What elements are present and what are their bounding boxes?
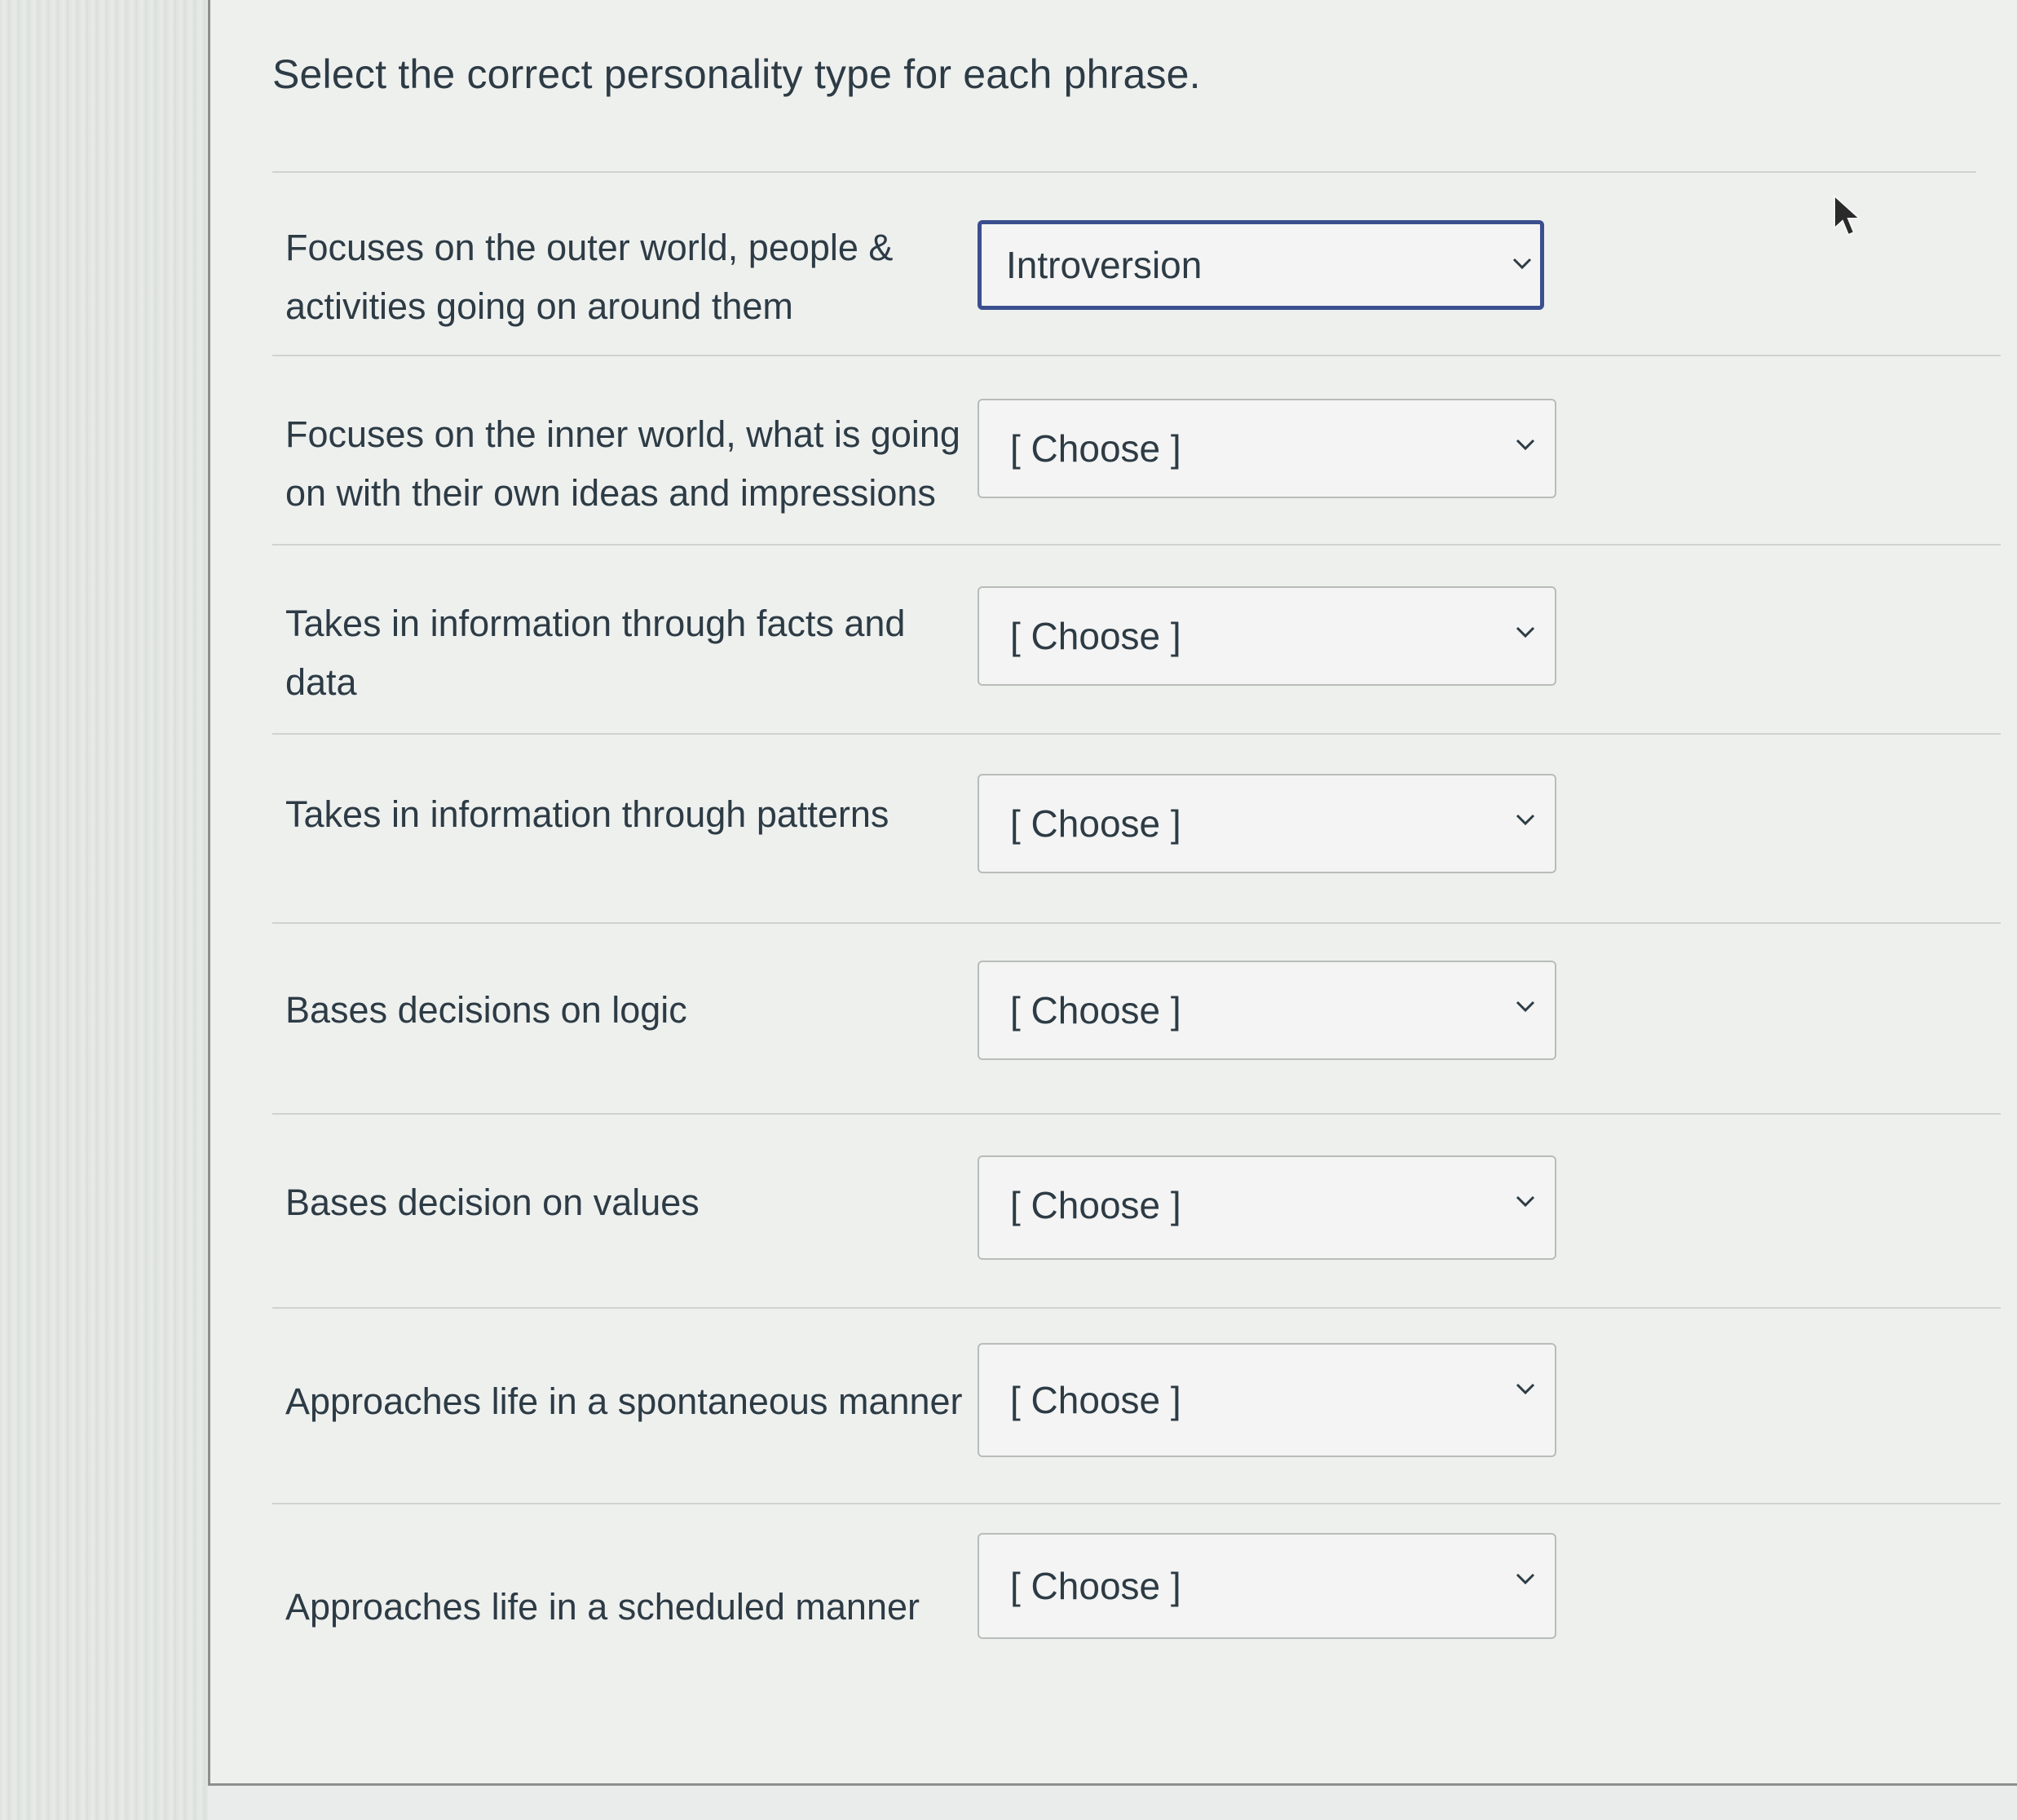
chevron-down-icon: [1516, 814, 1535, 826]
selected-value: [ Choose ]: [1010, 427, 1181, 470]
answer-row: Takes in information through patterns [ …: [272, 735, 2001, 924]
answer-row: Approaches life in a scheduled manner [ …: [272, 1504, 2001, 1700]
answer-row: Takes in information through facts and d…: [272, 546, 2001, 735]
answer-select[interactable]: [ Choose ]: [978, 1343, 1556, 1457]
phrase-label: Bases decision on values: [285, 1182, 700, 1223]
selected-value: [ Choose ]: [1010, 615, 1181, 657]
selected-value: [ Choose ]: [1010, 1565, 1181, 1607]
phrase-label: Approaches life in a spontaneous manner: [285, 1380, 963, 1422]
selected-value: [ Choose ]: [1010, 989, 1181, 1031]
answer-select[interactable]: [ Choose ]: [978, 1533, 1556, 1639]
phrase-label: Focuses on the outer world, people & act…: [285, 227, 894, 327]
answer-select[interactable]: [ Choose ]: [978, 1155, 1556, 1260]
chevron-down-icon: [1516, 1001, 1535, 1013]
answer-select[interactable]: Introversion: [978, 220, 1544, 310]
selected-value: [ Choose ]: [1010, 1379, 1181, 1421]
chevron-down-icon: [1516, 1195, 1535, 1208]
question-panel: Select the correct personality type for …: [208, 0, 2017, 1786]
answer-select[interactable]: [ Choose ]: [978, 774, 1556, 873]
answer-select[interactable]: [ Choose ]: [978, 961, 1556, 1060]
answer-select[interactable]: [ Choose ]: [978, 399, 1556, 498]
phrase-label: Takes in information through facts and d…: [285, 603, 906, 703]
answer-row: Focuses on the inner world, what is goin…: [272, 356, 2001, 546]
phrase-label: Bases decisions on logic: [285, 989, 687, 1031]
chevron-down-icon: [1516, 439, 1535, 451]
selected-value: Introversion: [1006, 244, 1203, 286]
selected-value: [ Choose ]: [1010, 802, 1181, 845]
divider: [272, 171, 1976, 173]
chevron-down-icon: [1516, 1573, 1535, 1585]
chevron-down-icon: [1516, 626, 1535, 638]
answer-row: Bases decisions on logic [ Choose ]: [272, 924, 2001, 1115]
answer-row: Focuses on the outer world, people & act…: [272, 175, 2001, 356]
pointer-cursor-icon: [1834, 194, 1862, 236]
chevron-down-icon: [1516, 1383, 1535, 1395]
phrase-label: Approaches life in a scheduled manner: [285, 1586, 920, 1628]
answer-select[interactable]: [ Choose ]: [978, 586, 1556, 686]
selected-value: [ Choose ]: [1010, 1184, 1181, 1226]
phrase-label: Takes in information through patterns: [285, 793, 889, 835]
answer-row: Bases decision on values [ Choose ]: [272, 1115, 2001, 1309]
answer-row: Approaches life in a spontaneous manner …: [272, 1309, 2001, 1504]
question-title: Select the correct personality type for …: [272, 51, 1201, 97]
phrase-label: Focuses on the inner world, what is goin…: [285, 413, 960, 514]
background-strip: [0, 0, 208, 1820]
chevron-down-icon: [1512, 258, 1532, 270]
